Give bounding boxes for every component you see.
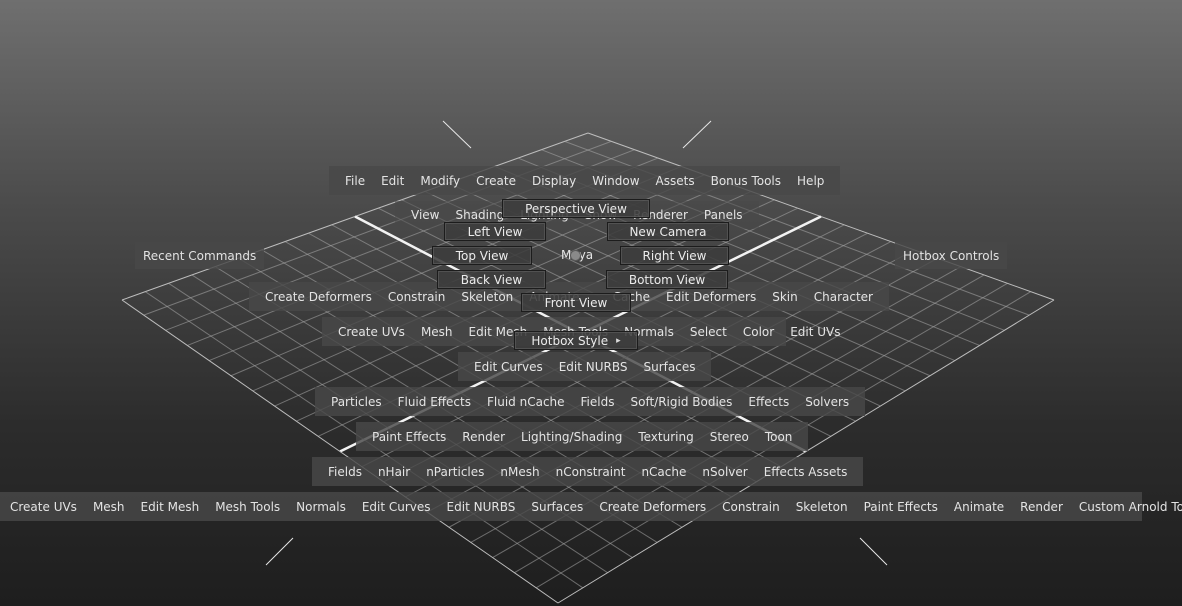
bottom-menu-item[interactable]: Mesh Tools	[207, 500, 288, 514]
bottom-menu-item[interactable]: Render	[1012, 500, 1071, 514]
bottom-menu-row: Create UVs Mesh Edit Mesh Mesh Tools Normals…	[0, 492, 1182, 521]
rigging-menu-item[interactable]: Skin	[764, 290, 806, 304]
hotbox-style-label: Hotbox Style	[531, 333, 609, 348]
nfx-menu-item[interactable]: Fields	[320, 465, 370, 479]
surfaces-menu-item[interactable]: Edit NURBS	[551, 360, 636, 374]
new-camera-button[interactable]: New Camera	[607, 222, 729, 241]
top-view-button[interactable]: Top View	[432, 246, 532, 265]
render-menu-item[interactable]: Texturing	[630, 430, 701, 444]
modeling-menu-item[interactable]: Color	[735, 325, 782, 339]
back-view-button[interactable]: Back View	[437, 270, 546, 289]
modeling-menu-item[interactable]: Mesh	[413, 325, 461, 339]
bottom-menu-item[interactable]: Edit Curves	[354, 500, 439, 514]
bottom-view-button[interactable]: Bottom View	[606, 270, 728, 289]
bottom-menu-item[interactable]: Custom Arnold Tools	[1071, 500, 1182, 514]
bottom-menu-item[interactable]: Create UVs	[2, 500, 85, 514]
main-menu-item[interactable]: Help	[789, 174, 832, 188]
surfaces-menu-item[interactable]: Surfaces	[636, 360, 704, 374]
bottom-menu-item[interactable]: Create Deformers	[591, 500, 714, 514]
fx-menu-item[interactable]: Fluid Effects	[390, 395, 479, 409]
main-menu-item[interactable]: Create	[468, 174, 524, 188]
zone-tick-sw	[265, 537, 294, 566]
rigging-menu-item[interactable]: Skeleton	[453, 290, 521, 304]
rigging-menu-item[interactable]: Constrain	[380, 290, 454, 304]
perspective-view-button[interactable]: Perspective View	[502, 199, 650, 218]
rigging-menu-item[interactable]: Edit Deformers	[658, 290, 764, 304]
main-menu-row: File Edit Modify Create Display Window Assets B…	[329, 166, 841, 195]
bottom-menu-item[interactable]: Edit Mesh	[133, 500, 208, 514]
bottom-menu-item[interactable]: Edit NURBS	[439, 500, 524, 514]
main-menu-item[interactable]: Bonus Tools	[703, 174, 789, 188]
fx-menu-item[interactable]: Solvers	[797, 395, 857, 409]
render-menu-item[interactable]: Render	[454, 430, 513, 444]
fx-menu-item[interactable]: Fields	[573, 395, 623, 409]
zone-tick-ne	[682, 120, 712, 149]
render-menu-item[interactable]: Paint Effects	[364, 430, 454, 444]
render-menu-row: Paint Effects Render Lighting/Shading Textu…	[356, 422, 809, 451]
hotbox-controls-button[interactable]: Hotbox Controls	[895, 242, 1008, 269]
rigging-menu-item[interactable]: Create Deformers	[257, 290, 380, 304]
nfx-menu-item[interactable]: nHair	[370, 465, 418, 479]
fx-menu-row: Particles Fluid Effects Fluid nCache Fields…	[315, 387, 866, 416]
modeling-menu-item[interactable]: Create UVs	[330, 325, 413, 339]
nfx-menu-item[interactable]: Effects Assets	[756, 465, 856, 479]
render-menu-item[interactable]: Toon	[757, 430, 801, 444]
hotbox-style-button[interactable]: Hotbox Style ▸	[514, 331, 638, 350]
left-view-button[interactable]: Left View	[444, 222, 546, 241]
zone-tick-nw	[442, 120, 472, 149]
rigging-menu-item[interactable]: Character	[806, 290, 881, 304]
bottom-menu-item[interactable]: Paint Effects	[856, 500, 946, 514]
recent-commands-button[interactable]: Recent Commands	[135, 242, 265, 269]
submenu-arrow-icon: ▸	[616, 335, 621, 346]
bottom-menu-item[interactable]: Surfaces	[523, 500, 591, 514]
panel-menu-item[interactable]: View	[403, 208, 447, 222]
modeling-menu-item[interactable]: Select	[682, 325, 735, 339]
bottom-menu-item[interactable]: Normals	[288, 500, 354, 514]
bottom-menu-item[interactable]: Mesh	[85, 500, 133, 514]
fx-menu-item[interactable]: Fluid nCache	[479, 395, 573, 409]
nfx-menu-item[interactable]: nConstraint	[548, 465, 634, 479]
fx-menu-item[interactable]: Soft/Rigid Bodies	[622, 395, 740, 409]
nfx-menu-item[interactable]: nCache	[633, 465, 694, 479]
bottom-menu-item[interactable]: Constrain	[714, 500, 788, 514]
render-menu-item[interactable]: Lighting/Shading	[513, 430, 630, 444]
right-view-button[interactable]: Right View	[620, 246, 729, 265]
fx-menu-item[interactable]: Particles	[323, 395, 390, 409]
main-menu-item[interactable]: Modify	[412, 174, 468, 188]
main-menu-item[interactable]: Edit	[373, 174, 412, 188]
bottom-menu-item[interactable]: Animate	[946, 500, 1012, 514]
surfaces-menu-item[interactable]: Edit Curves	[466, 360, 551, 374]
nfx-menu-item[interactable]: nMesh	[492, 465, 547, 479]
main-menu-item[interactable]: File	[337, 174, 373, 188]
main-menu-item[interactable]: Assets	[648, 174, 703, 188]
render-menu-item[interactable]: Stereo	[702, 430, 757, 444]
front-view-button[interactable]: Front View	[521, 293, 631, 312]
fx-menu-item[interactable]: Effects	[740, 395, 797, 409]
nfx-menu-item[interactable]: nSolver	[694, 465, 755, 479]
main-menu-item[interactable]: Display	[524, 174, 584, 188]
bottom-menu-item[interactable]: Skeleton	[788, 500, 856, 514]
nfx-menu-item[interactable]: nParticles	[418, 465, 492, 479]
modeling-menu-item[interactable]: Edit UVs	[782, 325, 848, 339]
hotbox-center-dot-icon[interactable]	[570, 250, 581, 261]
surfaces-menu-row: Edit Curves Edit NURBS Surfaces	[458, 352, 712, 381]
zone-tick-se	[859, 537, 888, 566]
nfx-menu-row: Fields nHair nParticles nMesh nConstraint nCa…	[312, 457, 864, 486]
main-menu-item[interactable]: Window	[584, 174, 647, 188]
panel-menu-item[interactable]: Panels	[696, 208, 751, 222]
